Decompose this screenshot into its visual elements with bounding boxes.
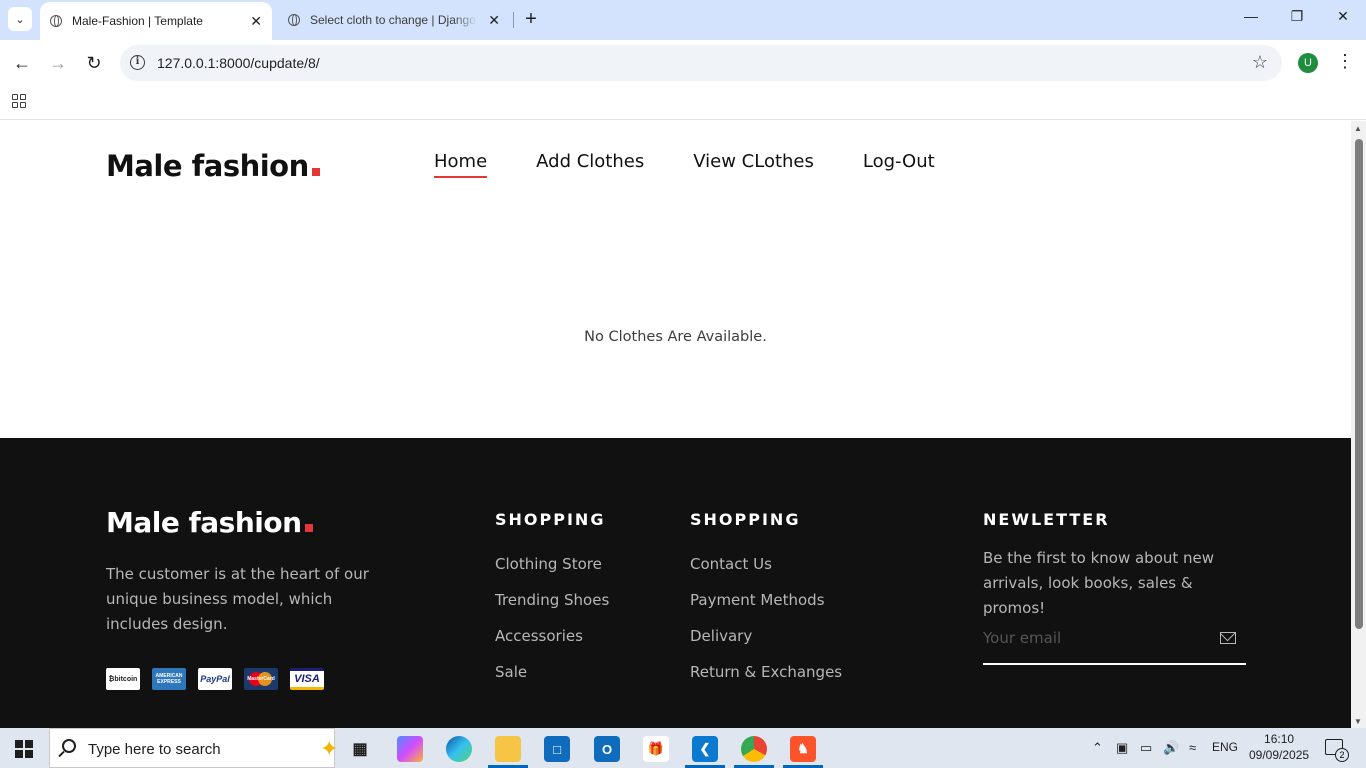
- scroll-down-arrow-icon[interactable]: ▼: [1354, 717, 1362, 726]
- url-text: 127.0.0.1:8000/cupdate/8/: [157, 55, 320, 71]
- globe-icon: [50, 15, 62, 27]
- tab-search-button[interactable]: ⌄: [8, 7, 32, 31]
- footer-logo[interactable]: Male fashion: [106, 506, 313, 539]
- tab-active[interactable]: Male-Fashion | Template ✕: [40, 2, 272, 40]
- notification-count-badge: 2: [1335, 748, 1349, 762]
- nav-add-clothes[interactable]: Add Clothes: [536, 151, 644, 178]
- footer-link[interactable]: Payment Methods: [690, 591, 842, 627]
- back-button[interactable]: ←: [10, 51, 34, 75]
- windows-start-icon[interactable]: [15, 740, 33, 758]
- amex-icon: AMERICAN EXPRESS: [152, 668, 186, 690]
- footer-col1-title: SHOPPING: [495, 510, 606, 529]
- battery-icon[interactable]: ▭: [1140, 740, 1152, 756]
- logo-dot: [311, 168, 320, 176]
- clock-date: 09/09/2025: [1249, 748, 1310, 762]
- footer-col2-title: SHOPPING: [690, 510, 801, 529]
- envelope-icon[interactable]: [1220, 632, 1236, 644]
- footer-link[interactable]: Delivary: [690, 627, 842, 663]
- browser-tab-bar: ⌄ Male-Fashion | Template ✕ Select cloth…: [0, 0, 1366, 40]
- footer-link[interactable]: Accessories: [495, 627, 609, 663]
- mastercard-icon: MasterCard: [244, 668, 278, 690]
- newsletter-form: [983, 628, 1246, 665]
- footer-about-text: The customer is at the heart of our uniq…: [106, 565, 369, 633]
- payment-methods: ₿bitcoin AMERICAN EXPRESS PayPal MasterCa…: [106, 668, 324, 690]
- browser-menu-icon[interactable]: ⋮: [1336, 51, 1354, 72]
- meet-now-icon[interactable]: ▣: [1116, 740, 1128, 756]
- edge-icon[interactable]: [446, 736, 472, 762]
- show-hidden-icons-icon[interactable]: ⌃: [1092, 740, 1103, 756]
- file-explorer-icon[interactable]: [495, 736, 521, 762]
- footer-link[interactable]: Trending Shoes: [495, 591, 609, 627]
- search-icon: [62, 739, 76, 753]
- minimize-button[interactable]: —: [1236, 8, 1266, 32]
- footer-col1-links: Clothing Store Trending Shoes Accessorie…: [495, 555, 609, 699]
- bookmarks-bar: [0, 86, 1366, 120]
- outlook-icon[interactable]: O: [594, 736, 620, 762]
- footer-col2-links: Contact Us Payment Methods Delivary Retu…: [690, 555, 842, 699]
- close-tab-icon[interactable]: ✕: [488, 12, 500, 29]
- clock-time: 16:10: [1264, 732, 1295, 746]
- main-nav: Home Add Clothes View CLothes Log-Out: [434, 151, 984, 178]
- wifi-icon[interactable]: ≈: [1189, 740, 1196, 755]
- ms-store-icon[interactable]: □: [544, 736, 570, 762]
- tab-separator: [513, 12, 514, 28]
- footer-link[interactable]: Return & Exchanges: [690, 663, 842, 699]
- empty-state-message: No Clothes Are Available.: [584, 329, 767, 345]
- bitcoin-icon: ₿bitcoin: [106, 668, 140, 690]
- browser-toolbar: ← → ↻ i 127.0.0.1:8000/cupdate/8/ ☆ U ⋮: [0, 40, 1366, 86]
- address-bar[interactable]: i 127.0.0.1:8000/cupdate/8/ ☆: [120, 45, 1282, 81]
- profile-avatar[interactable]: U: [1298, 53, 1318, 73]
- nav-home[interactable]: Home: [434, 151, 488, 178]
- footer-link[interactable]: Contact Us: [690, 555, 842, 591]
- taskbar-clock[interactable]: 16:10 09/09/2025: [1249, 731, 1309, 763]
- nav-logout[interactable]: Log-Out: [863, 151, 935, 178]
- apps-grid-icon[interactable]: [12, 94, 26, 108]
- email-input[interactable]: [983, 629, 1203, 647]
- site-footer: Male fashion The customer is at the hear…: [0, 438, 1351, 728]
- globe-icon: [288, 14, 300, 26]
- page-viewport: Male fashion Home Add Clothes View CLoth…: [0, 121, 1351, 728]
- search-placeholder: Type here to search: [88, 741, 221, 758]
- restore-button[interactable]: ❐: [1282, 8, 1312, 32]
- task-view-icon[interactable]: ▦: [347, 736, 373, 762]
- visa-icon: VISA: [290, 668, 324, 690]
- forward-button[interactable]: →: [46, 51, 70, 75]
- footer-link[interactable]: Clothing Store: [495, 555, 609, 591]
- close-tab-icon[interactable]: ✕: [250, 13, 262, 30]
- brave-icon[interactable]: ♞: [790, 736, 816, 762]
- chrome-icon[interactable]: [741, 736, 767, 762]
- tab-title: Select cloth to change | Django: [310, 13, 476, 27]
- vscode-icon[interactable]: ❮: [692, 736, 718, 762]
- new-tab-button[interactable]: +: [520, 8, 542, 30]
- scrollbar-thumb[interactable]: [1355, 139, 1363, 629]
- paypal-icon: PayPal: [198, 668, 232, 690]
- gift-icon[interactable]: 🎁: [643, 736, 669, 762]
- taskbar-search[interactable]: Type here to search ✦: [49, 728, 339, 768]
- logo-text: Male fashion: [106, 506, 302, 539]
- logo-text: Male fashion: [106, 149, 309, 183]
- reload-button[interactable]: ↻: [82, 51, 106, 75]
- newsletter-title: NEWLETTER: [983, 510, 1110, 529]
- close-window-button[interactable]: ✕: [1328, 8, 1358, 32]
- scroll-up-arrow-icon[interactable]: ▲: [1354, 124, 1362, 133]
- tab-title: Male-Fashion | Template: [72, 14, 203, 28]
- logo-dot: [304, 524, 313, 532]
- footer-link[interactable]: Sale: [495, 663, 609, 699]
- site-info-icon[interactable]: i: [130, 55, 145, 70]
- bookmark-star-icon[interactable]: ☆: [1252, 52, 1268, 73]
- language-indicator[interactable]: ENG: [1212, 740, 1238, 754]
- page-scrollbar[interactable]: ▲ ▼: [1351, 121, 1366, 728]
- newsletter-text: Be the first to know about new arrivals,…: [983, 549, 1215, 617]
- tab-inactive[interactable]: Select cloth to change | Django ✕: [278, 0, 510, 40]
- nav-view-clothes[interactable]: View CLothes: [693, 151, 814, 178]
- volume-icon[interactable]: 🔊: [1163, 740, 1179, 756]
- copilot-sparkle-icon: ✦: [320, 736, 339, 761]
- windows-taskbar: Type here to search ✦ ▦ □ O 🎁 ❮ ♞ ⌃ ▣ ▭ …: [0, 728, 1366, 768]
- site-logo[interactable]: Male fashion: [106, 149, 320, 183]
- copilot-icon[interactable]: [397, 736, 423, 762]
